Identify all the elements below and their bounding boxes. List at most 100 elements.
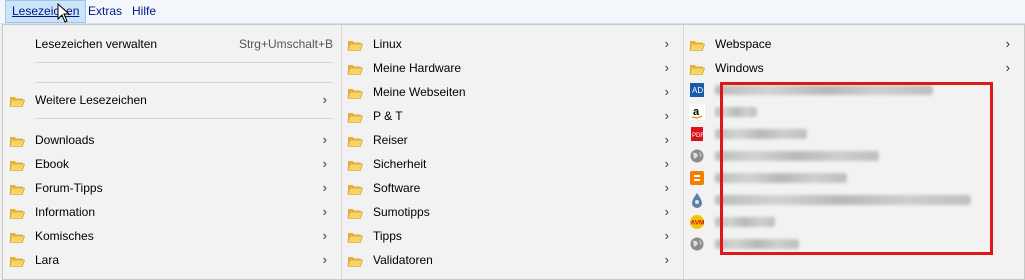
submenu-arrow-icon: › [664,252,669,267]
folder-icon [9,253,25,267]
folder-item-komisches-label: Komisches [35,229,94,243]
folder-item-ebook-label: Ebook [35,157,70,171]
folder-item-sumotipps[interactable]: Sumotipps › [341,201,683,223]
folder-item-software-label: Software [373,181,421,195]
drop-icon [689,192,705,208]
folder-icon [347,85,363,99]
bookmarks-dropdown: Lesezeichen verwalten Strg+Umschalt+B We… [2,24,1025,280]
submenu-arrow-icon: › [664,84,669,99]
folder-item-information[interactable]: Information › [3,201,341,223]
globe-icon [689,148,705,163]
folder-icon [689,37,705,51]
folder-item-meine-webseiten-label: Meine Webseiten [373,85,466,99]
folder-item-validatoren[interactable]: Validatoren › [341,249,683,271]
folder-item-p-t[interactable]: P & T › [341,105,683,127]
submenu-arrow-icon: › [664,204,669,219]
submenu-arrow-icon: › [664,36,669,51]
amazon-icon: a [689,104,705,120]
folder-item-software[interactable]: Software › [341,177,683,199]
folder-icon [347,133,363,147]
manage-bookmarks-item[interactable]: Lesezeichen verwalten Strg+Umschalt+B [3,33,341,55]
bookmarks-column-2: Linux › Meine Hardware › Meine Webseiten › P &… [341,25,684,279]
menu-extras[interactable]: Extras [82,0,128,23]
folder-item-windows-label: Windows [715,61,764,75]
folder-item-validatoren-label: Validatoren [373,253,433,267]
manage-bookmarks-shortcut: Strg+Umschalt+B [238,37,333,51]
menu-hilfe-label: Hilfe [132,4,157,18]
folder-item-meine-hardware-label: Meine Hardware [373,61,462,75]
folder-item-linux[interactable]: Linux › [341,33,683,55]
folder-icon [9,205,25,219]
menu-lesezeichen[interactable]: Lesezeichen [5,0,87,23]
avm-icon: AVM [689,214,705,229]
folder-icon [347,157,363,171]
folder-item-information-label: Information [35,205,96,219]
folder-icon [9,133,25,147]
folder-item-downloads-label: Downloads [35,133,95,147]
folder-icon [9,181,25,195]
folder-item-tipps[interactable]: Tipps › [341,225,683,247]
submenu-arrow-icon: › [322,156,327,171]
folder-item-tipps-label: Tipps [373,229,402,243]
folder-item-ebook[interactable]: Ebook › [3,153,341,175]
folder-item-meine-webseiten[interactable]: Meine Webseiten › [341,81,683,103]
svg-text:AD: AD [692,86,703,95]
folder-icon [9,93,25,107]
folder-item-komisches[interactable]: Komisches › [3,225,341,247]
folder-icon [9,229,25,243]
svg-text:AVM: AVM [691,220,705,227]
blogger-icon [689,170,705,185]
ad-icon: AD [689,82,705,97]
submenu-arrow-icon: › [664,228,669,243]
folder-icon [347,109,363,123]
submenu-arrow-icon: › [322,204,327,219]
pdf-icon: PDF [689,126,705,141]
folder-item-webspace[interactable]: Webspace › [683,33,1024,55]
folder-item-windows[interactable]: Windows › [683,57,1024,79]
folder-item-reiser[interactable]: Reiser › [341,129,683,151]
bookmarks-column-1: Lesezeichen verwalten Strg+Umschalt+B We… [3,25,342,279]
submenu-arrow-icon: › [322,132,327,147]
submenu-arrow-icon: › [664,132,669,147]
folder-icon [347,37,363,51]
manage-bookmarks-label: Lesezeichen verwalten [35,37,158,51]
globe-icon [689,236,705,251]
folder-item-webspace-label: Webspace [715,37,772,51]
submenu-arrow-icon: › [322,228,327,243]
folder-icon [347,253,363,267]
highlight-box [720,82,993,255]
submenu-arrow-icon: › [322,180,327,195]
submenu-arrow-icon: › [664,108,669,123]
menu-separator [35,82,333,83]
folder-item-forum-tipps-label: Forum-Tipps [35,181,103,195]
folder-icon [347,61,363,75]
folder-item-meine-hardware[interactable]: Meine Hardware › [341,57,683,79]
svg-text:a: a [693,106,700,118]
folder-icon [689,61,705,75]
folder-item-sicherheit-label: Sicherheit [373,157,427,171]
more-bookmarks-item[interactable]: Weitere Lesezeichen › [3,89,341,111]
mouse-cursor-icon [57,3,71,23]
folder-item-reiser-label: Reiser [373,133,408,147]
menu-separator [35,118,333,119]
submenu-arrow-icon: › [1005,60,1010,75]
folder-icon [347,229,363,243]
folder-icon [347,181,363,195]
more-bookmarks-label: Weitere Lesezeichen [35,93,147,107]
submenu-arrow-icon: › [322,92,327,107]
folder-item-lara-label: Lara [35,253,60,267]
menu-hilfe[interactable]: Hilfe [126,0,162,23]
folder-icon [9,157,25,171]
folder-item-downloads[interactable]: Downloads › [3,129,341,151]
folder-item-sicherheit[interactable]: Sicherheit › [341,153,683,175]
menu-extras-label: Extras [88,4,123,18]
folder-icon [347,205,363,219]
folder-item-linux-label: Linux [373,37,402,51]
menubar: Lesezeichen Extras Hilfe [0,0,1025,24]
submenu-arrow-icon: › [1005,36,1010,51]
folder-item-p-t-label: P & T [373,109,403,123]
folder-item-forum-tipps[interactable]: Forum-Tipps › [3,177,341,199]
folder-item-sumotipps-label: Sumotipps [373,205,430,219]
svg-text:PDF: PDF [692,133,704,139]
folder-item-lara[interactable]: Lara › [3,249,341,271]
